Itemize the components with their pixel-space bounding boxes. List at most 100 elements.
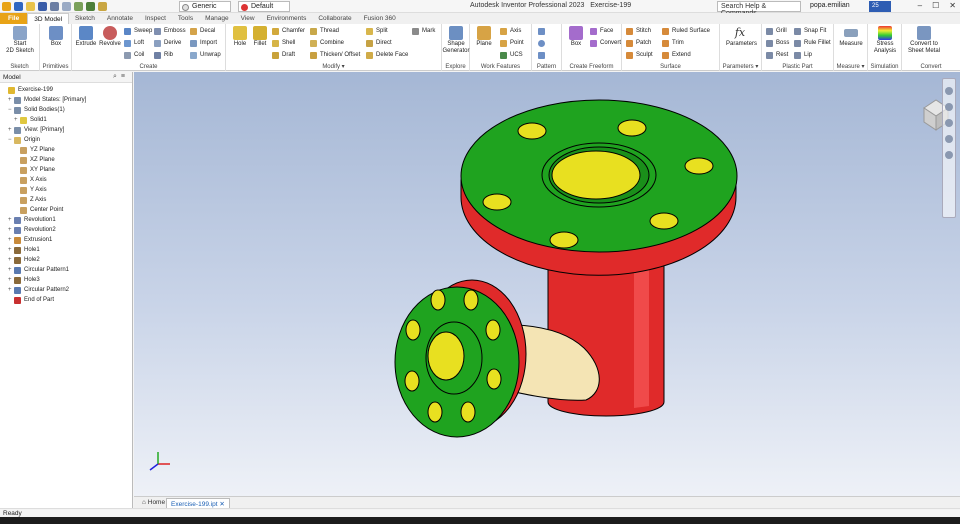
tab-fusion-360[interactable]: Fusion 360	[358, 13, 402, 24]
freeform-convert-button[interactable]: Convert	[590, 38, 621, 48]
expand-toggle-icon[interactable]: +	[8, 275, 12, 285]
direct-button[interactable]: Direct	[366, 38, 392, 48]
tree-node[interactable]: + Circular Pattern1	[0, 265, 132, 275]
tree-node[interactable]: + Solid1	[0, 115, 132, 125]
stitch-button[interactable]: Stitch	[626, 26, 651, 36]
snap-fit-button[interactable]: Snap Fit	[794, 26, 826, 36]
revolve-button[interactable]: Revolve	[96, 26, 124, 48]
freeform-face-button[interactable]: Face	[590, 26, 613, 36]
boss-button[interactable]: Boss	[766, 38, 789, 48]
tree-node[interactable]: Y Axis	[0, 185, 132, 195]
box-button[interactable]: Box	[42, 26, 70, 48]
expand-toggle-icon[interactable]: +	[8, 225, 12, 235]
tab-environments[interactable]: Environments	[261, 13, 313, 24]
select-icon[interactable]	[86, 2, 95, 11]
parameters-button[interactable]: fx Parameters	[726, 26, 757, 48]
new-file-icon[interactable]	[14, 2, 23, 11]
tab-sketch[interactable]: Sketch	[69, 13, 101, 24]
trim-button[interactable]: Trim	[662, 38, 684, 48]
tab-view[interactable]: View	[235, 13, 261, 24]
undo-icon[interactable]	[50, 2, 59, 11]
expand-toggle-icon[interactable]: +	[8, 125, 12, 135]
pan-icon[interactable]	[945, 103, 953, 111]
tab-model[interactable]: Model	[3, 74, 21, 81]
chamfer-button[interactable]: Chamfer	[272, 26, 305, 36]
stress-analysis-button[interactable]: Stress Analysis	[871, 26, 899, 55]
tree-node[interactable]: Exercise-199	[0, 85, 132, 95]
axis-button[interactable]: Axis	[500, 26, 521, 36]
split-button[interactable]: Split	[366, 26, 388, 36]
coil-button[interactable]: Coil	[124, 50, 144, 60]
expand-toggle-icon[interactable]: +	[8, 285, 12, 295]
model-canvas[interactable]	[134, 72, 960, 496]
user-account[interactable]: popa.emilian	[810, 2, 850, 9]
tab-3d-model[interactable]: 3D Model	[27, 13, 70, 24]
thicken-offset-button[interactable]: Thicken/ Offset	[310, 50, 360, 60]
minimize-icon[interactable]: –	[918, 1, 922, 10]
tree-node[interactable]: − Origin	[0, 135, 132, 145]
tree-node[interactable]: + Circular Pattern2	[0, 285, 132, 295]
ruled-surface-button[interactable]: Ruled Surface	[662, 26, 710, 36]
loft-button[interactable]: Loft	[124, 38, 144, 48]
help-search-input[interactable]: Search Help & Commands...	[717, 1, 801, 17]
convert-sheet-metal-button[interactable]: Convert to Sheet Metal	[906, 26, 942, 55]
thread-button[interactable]: Thread	[310, 26, 339, 36]
emboss-button[interactable]: Emboss	[154, 26, 186, 36]
ucs-button[interactable]: UCS	[500, 50, 523, 60]
patch-button[interactable]: Patch	[626, 38, 651, 48]
save-icon[interactable]	[38, 2, 47, 11]
look-at-icon[interactable]	[945, 151, 953, 159]
start-sketch-button[interactable]: Start 2D Sketch	[6, 26, 34, 55]
point-button[interactable]: Point	[500, 38, 524, 48]
sweep-button[interactable]: Sweep	[124, 26, 152, 36]
grill-button[interactable]: Grill	[766, 26, 787, 36]
sculpt-button[interactable]: Sculpt	[626, 50, 653, 60]
properties-icon[interactable]	[98, 2, 107, 11]
tab-manage[interactable]: Manage	[199, 13, 235, 24]
steering-wheel-icon[interactable]	[945, 87, 953, 95]
decal-button[interactable]: Decal	[190, 26, 215, 36]
tab-annotate[interactable]: Annotate	[101, 13, 139, 24]
expand-toggle-icon[interactable]: +	[8, 235, 12, 245]
fillet-button[interactable]: Fillet	[246, 26, 274, 48]
delete-face-button[interactable]: Delete Face	[366, 50, 408, 60]
notification-badge[interactable]: 25	[869, 1, 891, 12]
tree-node[interactable]: − Solid Bodies(1)	[0, 105, 132, 115]
tree-node[interactable]: YZ Plane	[0, 145, 132, 155]
close-tab-icon[interactable]: ✕	[219, 501, 224, 508]
expand-toggle-icon[interactable]: +	[8, 245, 12, 255]
expand-toggle-icon[interactable]: +	[8, 215, 12, 225]
import-button[interactable]: Import	[190, 38, 217, 48]
tree-node[interactable]: End of Part	[0, 295, 132, 305]
tree-node[interactable]: + Hole1	[0, 245, 132, 255]
tree-node[interactable]: + View: [Primary]	[0, 125, 132, 135]
expand-toggle-icon[interactable]: −	[8, 105, 12, 115]
home-icon[interactable]	[74, 2, 83, 11]
mirror-button[interactable]	[538, 50, 548, 60]
redo-icon[interactable]	[62, 2, 71, 11]
unwrap-button[interactable]: Unwrap	[190, 50, 221, 60]
rectangular-pattern-button[interactable]	[538, 26, 548, 36]
draft-button[interactable]: Draft	[272, 50, 295, 60]
tree-node[interactable]: Z Axis	[0, 195, 132, 205]
tree-node[interactable]: XZ Plane	[0, 155, 132, 165]
close-icon[interactable]: ✕	[949, 1, 956, 10]
rib-button[interactable]: Rib	[154, 50, 173, 60]
shape-generator-button[interactable]: Shape Generator	[442, 26, 470, 55]
circular-pattern-button[interactable]	[538, 38, 548, 48]
tab-home[interactable]: ⌂ Home	[138, 498, 169, 508]
expand-toggle-icon[interactable]: −	[8, 135, 12, 145]
tab-file[interactable]: File	[0, 13, 28, 24]
tab-collaborate[interactable]: Collaborate	[312, 13, 357, 24]
shell-button[interactable]: Shell	[272, 38, 295, 48]
expand-toggle-icon[interactable]: +	[8, 255, 12, 265]
expand-toggle-icon[interactable]: +	[8, 95, 12, 105]
mark-button[interactable]: Mark	[412, 26, 435, 36]
orbit-icon[interactable]	[945, 135, 953, 143]
tree-node[interactable]: X Axis	[0, 175, 132, 185]
tab-inspect[interactable]: Inspect	[139, 13, 172, 24]
tab-exercise-199[interactable]: Exercise-199.ipt ✕	[166, 498, 230, 508]
navigation-bar[interactable]	[942, 78, 956, 218]
tree-node[interactable]: + Model States: [Primary]	[0, 95, 132, 105]
rest-button[interactable]: Rest	[766, 50, 788, 60]
